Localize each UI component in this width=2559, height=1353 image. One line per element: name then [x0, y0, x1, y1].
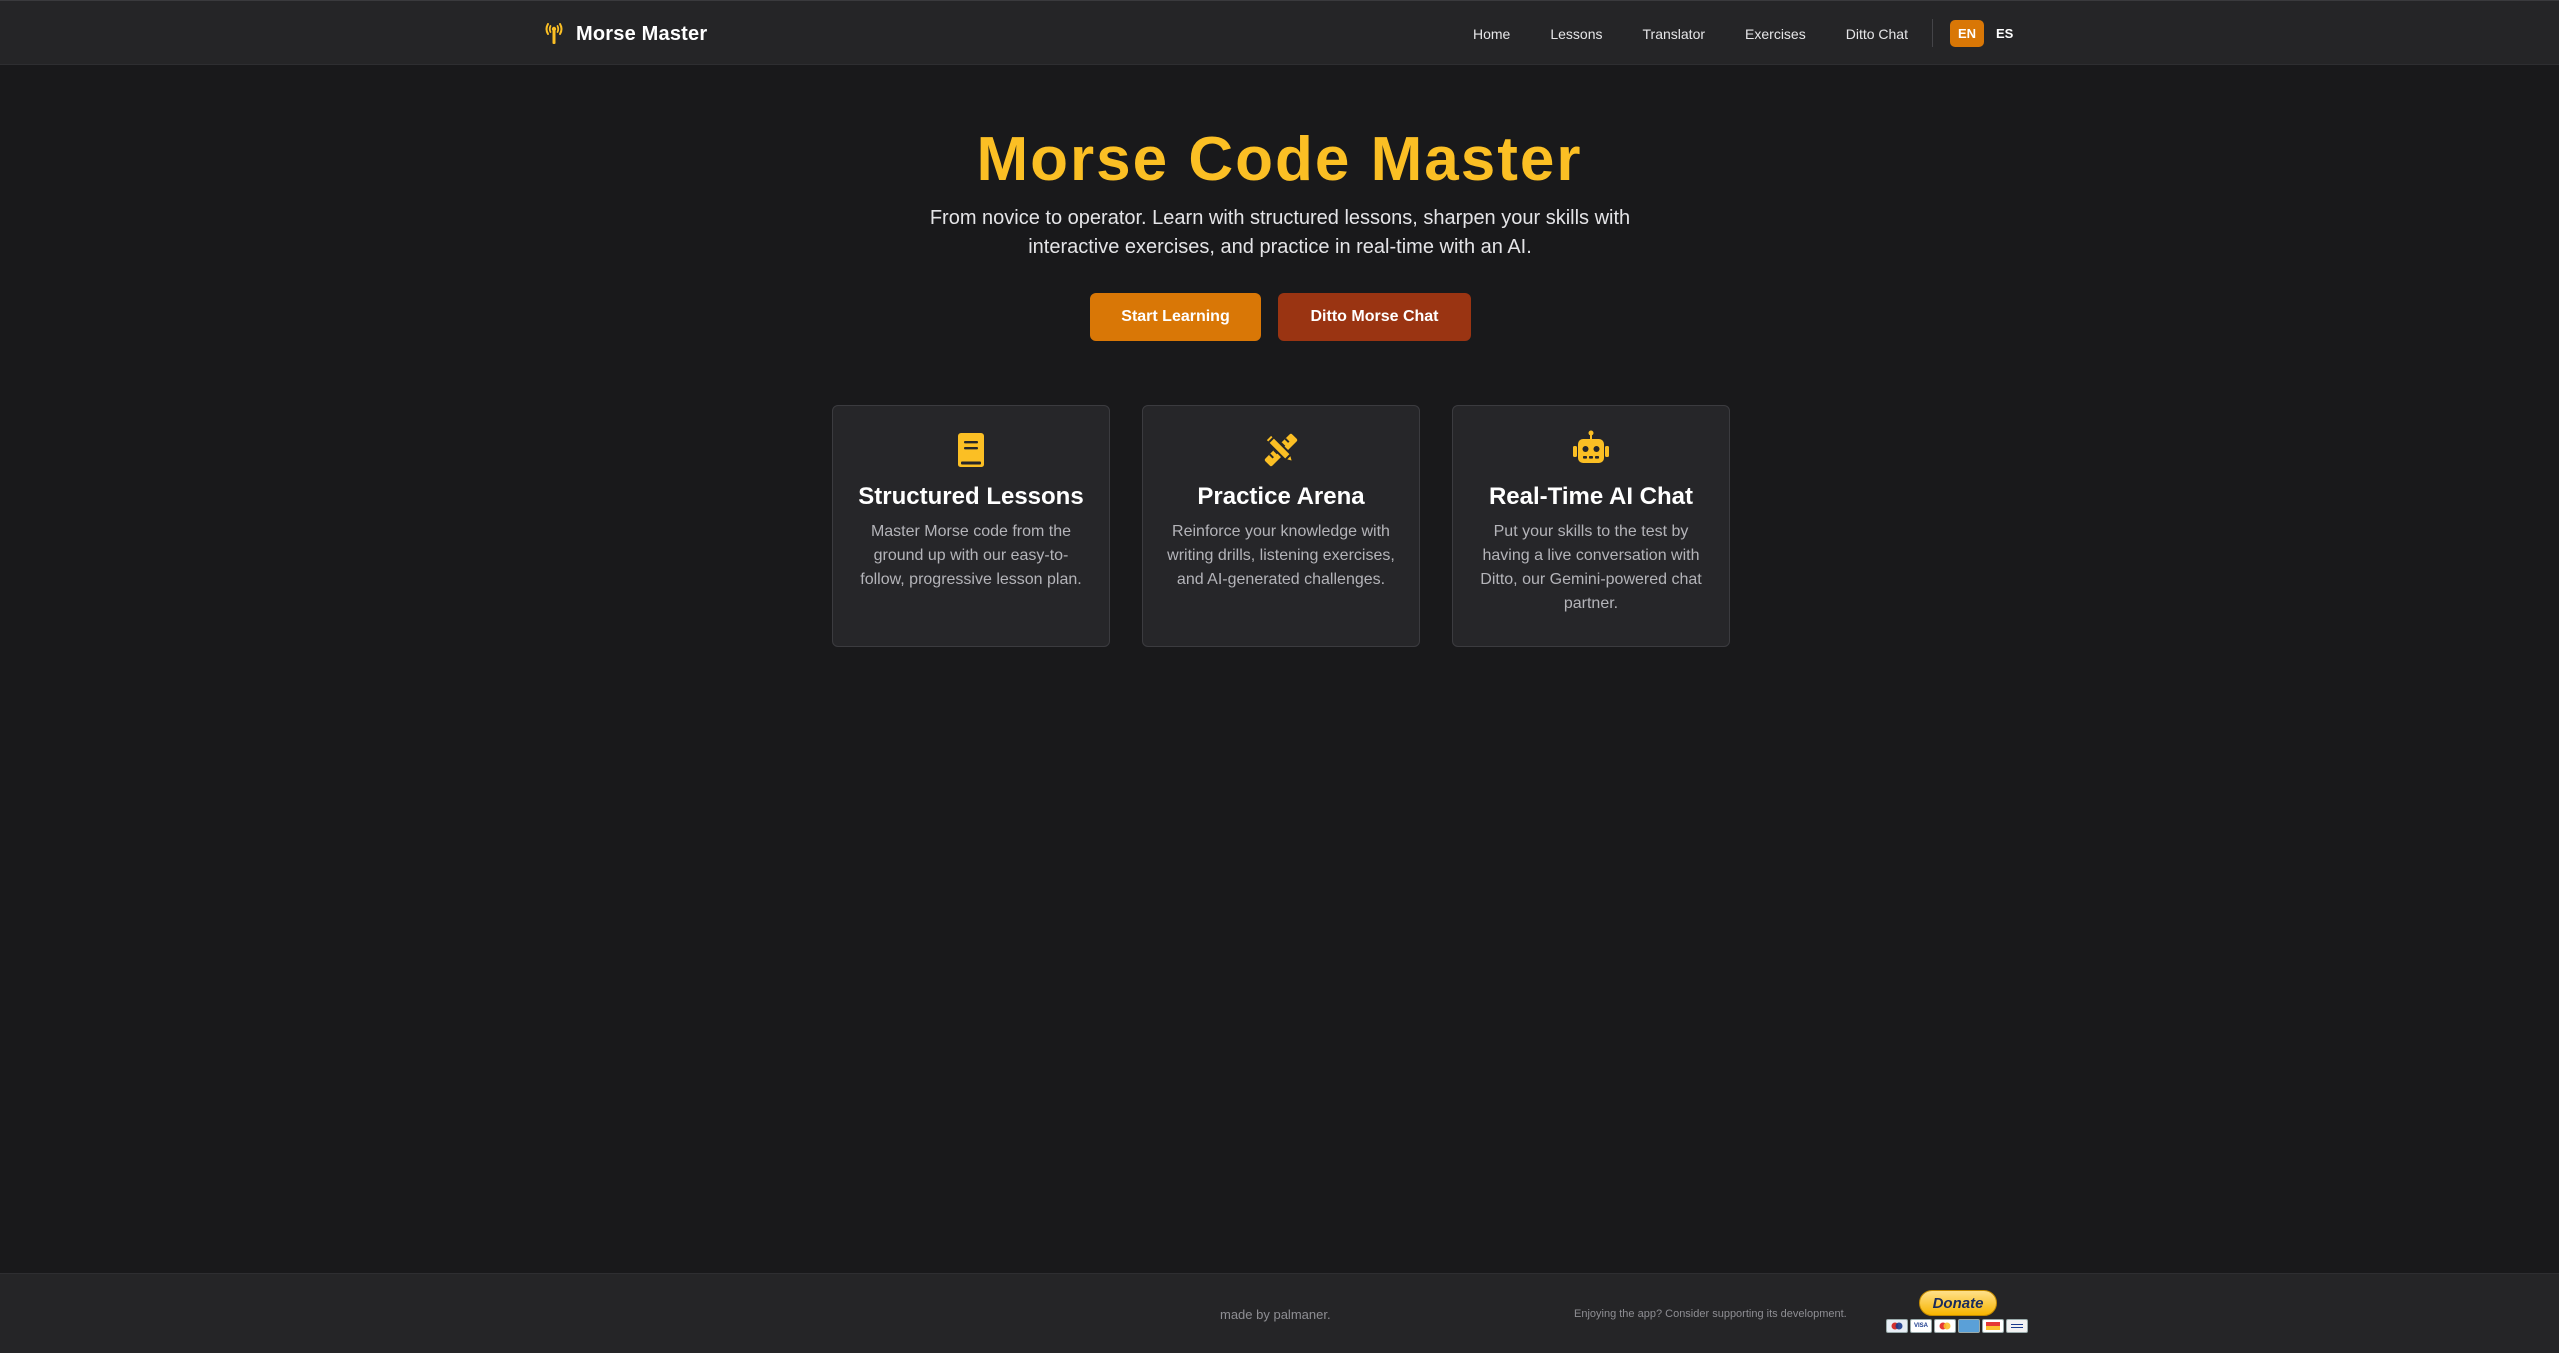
language-es-button[interactable]: ES [1992, 20, 2017, 47]
hero-title: Morse Code Master [976, 125, 1583, 194]
nav-link-exercises[interactable]: Exercises [1745, 26, 1806, 42]
feature-description: Master Morse code from the ground up wit… [860, 523, 1082, 588]
bank-card-icon [2006, 1319, 2028, 1333]
feature-cards: Structured Lessons Master Morse code fro… [832, 405, 1730, 647]
feature-title: Real-Time AI Chat [1488, 483, 1694, 510]
discover-card-icon [1982, 1319, 2004, 1333]
start-learning-button[interactable]: Start Learning [1090, 293, 1261, 341]
brand-name: Morse Master [576, 22, 708, 45]
feature-title: Structured Lessons [858, 483, 1084, 510]
donate-widget: Donate VISA [1886, 1290, 2028, 1333]
amex-card-icon [1958, 1319, 1980, 1333]
nav-link-home[interactable]: Home [1473, 26, 1510, 42]
payment-cards: VISA [1886, 1319, 2028, 1333]
footer-credit: made by palmaner. [1220, 1307, 1331, 1322]
feature-card-ai-chat: Real-Time AI Chat Put your skills to the… [1452, 405, 1730, 647]
visa-card-icon: VISA [1910, 1319, 1932, 1333]
hero-subtitle: From novice to operator. Learn with stru… [929, 207, 1631, 258]
brand-logo[interactable]: Morse Master [542, 19, 707, 49]
page-footer: made by palmaner. Enjoying the app? Cons… [0, 1273, 2559, 1353]
language-en-button[interactable]: EN [1950, 20, 1984, 47]
robot-icon [1573, 430, 1609, 463]
nav-links: Home Lessons Translator Exercises Ditto … [1460, 1, 1948, 66]
antenna-icon [545, 23, 563, 44]
pencil-ruler-icon [1264, 433, 1298, 467]
hero-actions: Start Learning Ditto Morse Chat [1090, 293, 1471, 341]
mastercard-icon [1934, 1319, 1956, 1333]
nav-link-ditto-chat[interactable]: Ditto Chat [1846, 26, 1908, 42]
donate-button[interactable]: Donate [1919, 1290, 1997, 1316]
nav-divider [1932, 19, 1933, 47]
feature-description: Put your skills to the test by having a … [1480, 523, 1702, 612]
feature-card-practice: Practice Arena Reinforce your knowledge … [1142, 405, 1420, 647]
language-switcher: EN ES [1950, 20, 2017, 47]
nav-link-lessons[interactable]: Lessons [1550, 26, 1602, 42]
feature-title: Practice Arena [1197, 483, 1365, 510]
top-navbar: Morse Master Home Lessons Translator Exe… [0, 0, 2559, 65]
footer-support-text: Enjoying the app? Consider supporting it… [1574, 1308, 1847, 1320]
feature-card-lessons: Structured Lessons Master Morse code fro… [832, 405, 1110, 647]
card-brand-icon [1886, 1319, 1908, 1333]
book-icon [958, 433, 984, 467]
ditto-morse-chat-button[interactable]: Ditto Morse Chat [1278, 293, 1471, 341]
feature-description: Reinforce your knowledge with writing dr… [1167, 523, 1395, 588]
nav-link-translator[interactable]: Translator [1643, 26, 1706, 42]
